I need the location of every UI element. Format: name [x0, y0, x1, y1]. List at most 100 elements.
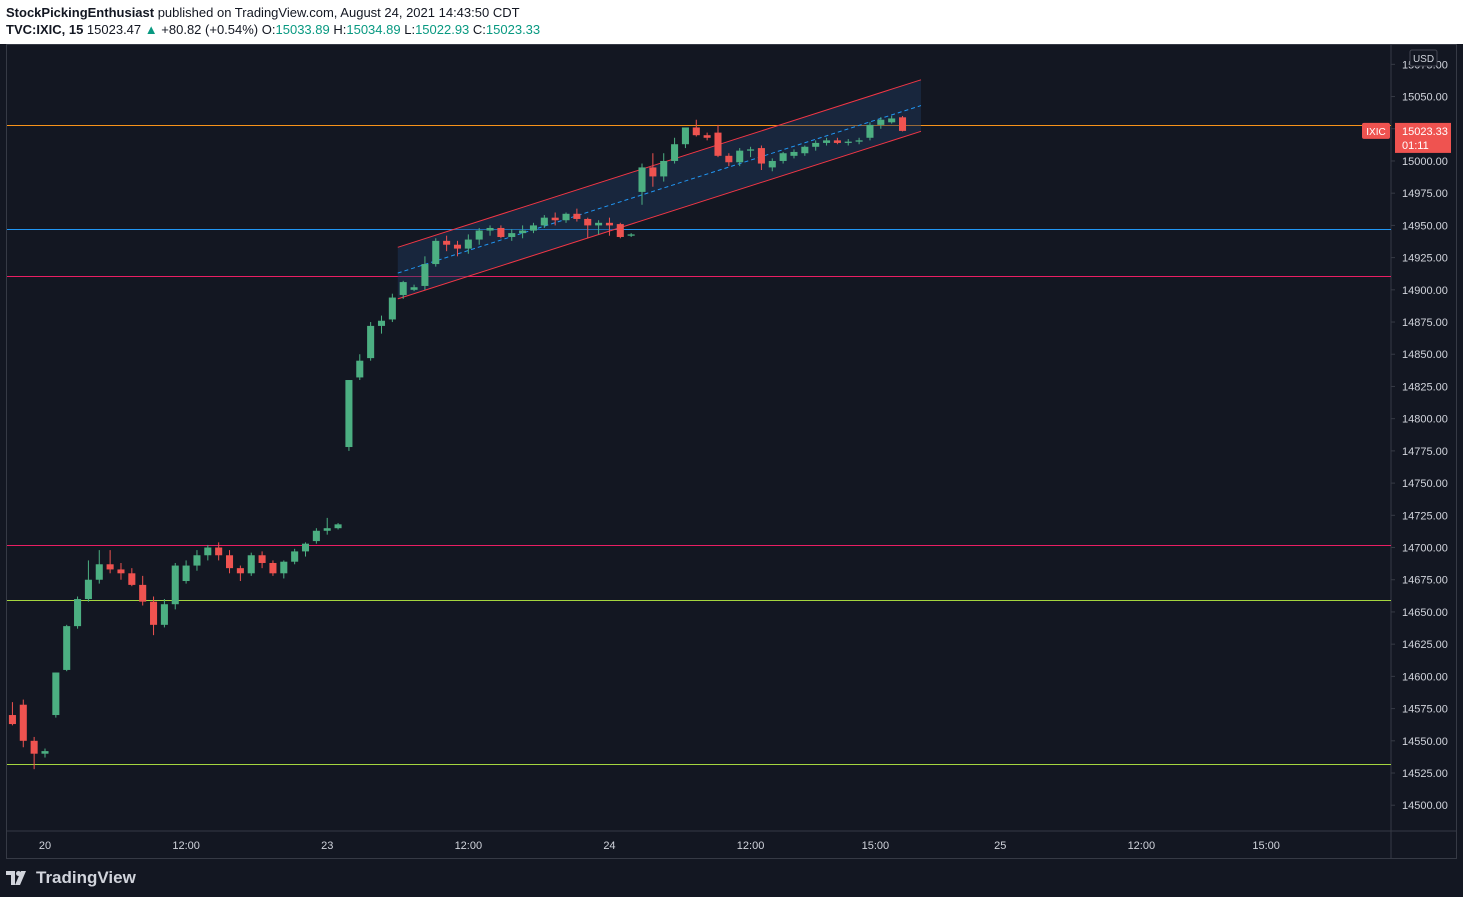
candle-body	[649, 167, 657, 177]
candle-body	[605, 222, 613, 226]
candle-body	[367, 325, 375, 359]
price-tick-label: 15050.00	[1402, 92, 1448, 104]
candle-down	[225, 550, 234, 574]
candle-up	[377, 315, 386, 334]
price-tick-label: 14925.00	[1402, 253, 1448, 265]
price-tick-label: 14550.00	[1402, 736, 1448, 748]
candle-body	[95, 564, 103, 580]
candle-body	[377, 320, 386, 326]
candle-body	[757, 148, 765, 164]
time-tick-label: 12:00	[172, 840, 200, 852]
candle-body	[812, 142, 820, 147]
candle-body	[453, 244, 462, 249]
price-tick-label: 14825.00	[1402, 381, 1448, 393]
price-tick-label: 14975.00	[1402, 188, 1448, 200]
price-tick-label: 14750.00	[1402, 478, 1448, 490]
candle-body	[421, 264, 429, 286]
time-tick-label: 15:00	[1252, 840, 1280, 852]
price-tick-label: 14850.00	[1402, 349, 1448, 361]
price-tick-label: 14700.00	[1402, 543, 1448, 555]
time-tick-label: 15:00	[862, 840, 890, 852]
candle-down	[692, 119, 700, 137]
candle-body	[171, 565, 179, 605]
price-tick-label: 14525.00	[1402, 768, 1448, 780]
candle-body	[573, 213, 581, 219]
candle-body	[638, 167, 646, 192]
candle-body	[486, 227, 494, 231]
time-tick-label: 25	[994, 840, 1006, 852]
price-tick-label: 14775.00	[1402, 446, 1448, 458]
candle-body	[866, 124, 874, 138]
candle-up	[63, 624, 71, 672]
candle-up	[171, 562, 179, 610]
candle-body	[714, 132, 722, 156]
candle-up	[356, 354, 364, 381]
candle-up	[866, 122, 874, 141]
candle-down	[128, 568, 136, 587]
candle-body	[128, 573, 136, 585]
candle-body	[443, 240, 451, 245]
candle-body	[899, 117, 907, 131]
candle-body	[30, 740, 38, 754]
time-tick-label: 23	[321, 840, 333, 852]
channel-upper-line	[397, 79, 922, 248]
candle-body	[193, 555, 201, 566]
candle-body	[291, 551, 299, 562]
last-price-value: 15023.33	[1402, 126, 1448, 138]
candle-body	[562, 213, 570, 221]
candle-body	[117, 569, 125, 574]
candle-up	[41, 748, 49, 758]
candle-up	[388, 293, 396, 323]
candle-down	[139, 575, 147, 606]
candle-body	[616, 224, 624, 237]
candle-up	[160, 599, 168, 628]
candle-up	[84, 560, 92, 602]
candle-body	[410, 287, 418, 290]
candle-up	[74, 596, 82, 629]
candle-body	[182, 565, 190, 582]
time-tick-label: 20	[39, 840, 51, 852]
price-tick-label: 14900.00	[1402, 285, 1448, 297]
price-tick-label: 14800.00	[1402, 414, 1448, 426]
candle-down	[150, 596, 158, 636]
candle-body	[258, 555, 266, 563]
candle-body	[8, 715, 16, 725]
candle-down	[714, 124, 722, 158]
candle-up	[193, 550, 201, 571]
candle-up	[671, 137, 679, 164]
candle-body	[584, 218, 592, 226]
candle-body	[225, 555, 234, 569]
candle-down	[19, 699, 27, 748]
candle-body	[160, 604, 168, 625]
candle-up	[345, 380, 353, 451]
candle-up	[323, 517, 331, 535]
candle-up	[432, 238, 440, 267]
price-tick-label: 15000.00	[1402, 156, 1448, 168]
candle-body	[432, 240, 440, 265]
candle-up	[312, 528, 320, 544]
candle-body	[74, 599, 82, 627]
price-tick-label: 14650.00	[1402, 607, 1448, 619]
candle-down	[899, 116, 907, 132]
candle-body	[768, 160, 776, 168]
candle-body	[63, 626, 71, 670]
candle-down	[616, 222, 624, 239]
candle-body	[475, 230, 483, 240]
tradingview-branding: TradingView	[6, 866, 136, 890]
candle-up	[627, 233, 635, 237]
candle-body	[551, 217, 559, 221]
candle-body	[334, 524, 342, 529]
candle-body	[703, 135, 711, 138]
candle-up	[204, 544, 212, 561]
candle-body	[855, 140, 863, 142]
candle-up	[52, 672, 60, 718]
candle-body	[312, 530, 320, 542]
candle-up	[95, 550, 103, 584]
price-tick-label: 14725.00	[1402, 510, 1448, 522]
candle-body	[801, 146, 809, 154]
price-chart[interactable]: 14500.00 14525.00 14550.00 14575.00 14600.00…	[0, 0, 1463, 897]
candle-body	[747, 149, 755, 151]
candle-body	[508, 233, 516, 237]
candle-body	[779, 153, 787, 161]
candle-body	[823, 140, 831, 143]
